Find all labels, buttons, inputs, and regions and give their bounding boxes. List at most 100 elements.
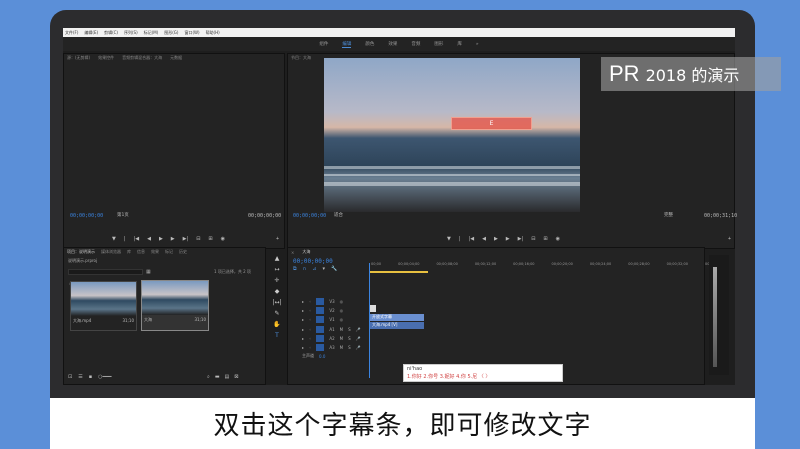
wrench-icon[interactable]: 🔧: [331, 266, 337, 272]
tab-info[interactable]: 信息: [137, 249, 145, 255]
menu-clip[interactable]: 剪辑(C): [104, 30, 118, 36]
source-timecode[interactable]: 00;00;00;00: [70, 213, 103, 219]
goto-in-icon[interactable]: |◀: [134, 236, 140, 242]
trash-icon[interactable]: ⊠: [234, 374, 238, 380]
zoom-slider[interactable]: ○━━━: [98, 374, 111, 380]
ws-libraries[interactable]: 库: [457, 41, 462, 47]
type-tool-icon[interactable]: T: [275, 332, 279, 339]
find-icon[interactable]: ⌕: [207, 374, 210, 380]
prog-mark-in-icon[interactable]: ▼: [447, 236, 451, 242]
tab-history[interactable]: 历史: [179, 249, 187, 255]
menu-marker[interactable]: 标记(M): [144, 30, 159, 36]
ws-assembly[interactable]: 组件: [319, 41, 328, 47]
master-volume[interactable]: 0.0: [319, 354, 325, 359]
prog-step-back-icon[interactable]: ◀: [482, 236, 486, 242]
tab-media-browser[interactable]: 媒体浏览器: [101, 249, 121, 255]
menu-graphics[interactable]: 图形(G): [164, 30, 178, 36]
tab-effect-controls[interactable]: 效果控件: [98, 55, 114, 61]
list-view-icon[interactable]: ☰: [78, 374, 82, 380]
thumb-name: 大海: [144, 317, 152, 322]
tab-audio-mixer[interactable]: 音频剪辑混合器：大海: [122, 55, 162, 61]
tab-metadata[interactable]: 元数据: [170, 55, 182, 61]
tab-source[interactable]: 源：(无剪辑): [67, 55, 90, 61]
ws-audio[interactable]: 音频: [411, 41, 420, 47]
thumb-duration: 31;10: [122, 318, 134, 323]
extract-icon[interactable]: ⊞: [543, 236, 547, 242]
folder-icon[interactable]: ▬: [215, 374, 220, 380]
hand-tool-icon[interactable]: ✋: [273, 321, 280, 328]
snap-icon[interactable]: ∩: [303, 266, 307, 272]
menu-help[interactable]: 帮助(H): [206, 30, 220, 36]
menu-sequence[interactable]: 序列(S): [124, 30, 138, 36]
prog-step-forward-icon[interactable]: ▶: [506, 236, 510, 242]
insert-icon[interactable]: ⊟: [196, 236, 200, 242]
menu-window[interactable]: 窗口(W): [184, 30, 199, 36]
source-add-icon[interactable]: +: [276, 236, 279, 242]
lift-icon[interactable]: ⊟: [531, 236, 535, 242]
track-label: V3: [329, 298, 335, 304]
prog-mark-out-icon[interactable]: |: [459, 236, 461, 242]
tab-project[interactable]: 项目：说明演示: [67, 249, 95, 255]
tab-markers[interactable]: 标记: [165, 249, 173, 255]
linked-icon[interactable]: ⊿: [312, 266, 316, 272]
tab-effects[interactable]: 效果: [151, 249, 159, 255]
tab-timeline[interactable]: 大海: [302, 249, 310, 255]
nest-icon[interactable]: ⧉: [293, 266, 297, 272]
ruler-tick: 00;00;08;00: [436, 262, 458, 266]
project-item-video[interactable]: 大海.mp4 31;10: [70, 281, 137, 331]
track-select-icon[interactable]: ↦: [274, 266, 279, 273]
prog-goto-in-icon[interactable]: |◀: [469, 236, 475, 242]
prog-camera-icon[interactable]: ◉: [556, 236, 560, 242]
program-timecode[interactable]: 00;00;00;00: [293, 213, 326, 219]
project-item-sequence[interactable]: 大海 31;10: [141, 280, 209, 331]
ws-graphics[interactable]: 图形: [434, 41, 443, 47]
lock-icon[interactable]: ⊡: [68, 374, 72, 380]
pen-tool-icon[interactable]: ✎: [274, 310, 279, 317]
ruler-tick: 00;00;16;00: [513, 262, 535, 266]
more-workspaces-icon[interactable]: »: [476, 42, 479, 47]
caption-text: 双击这个字幕条，即可修改文字: [213, 411, 592, 441]
tab-program[interactable]: 节目：大海: [291, 55, 311, 61]
program-transport: ▼ | |◀ ◀ ▶ ▶ ▶| ⊟ ⊞ ◉: [447, 236, 560, 242]
slip-tool-icon[interactable]: |↔|: [272, 299, 281, 306]
camera-icon[interactable]: ◉: [221, 236, 225, 242]
program-quality-select[interactable]: 完整: [664, 212, 673, 218]
ws-effects[interactable]: 效果: [388, 41, 397, 47]
new-item-icon[interactable]: ▤: [225, 374, 230, 380]
mark-out-icon[interactable]: |: [124, 236, 126, 242]
timeline-timecode[interactable]: 00;00;00;00: [293, 258, 333, 265]
project-search-input[interactable]: ⌕: [68, 269, 143, 287]
icon-view-icon[interactable]: ▪: [89, 374, 92, 380]
track-label: A2: [329, 335, 335, 341]
razor-tool-icon[interactable]: ◆: [275, 288, 280, 295]
menu-file[interactable]: 文件(F): [65, 30, 78, 36]
prog-play-icon[interactable]: ▶: [494, 236, 498, 242]
new-bin-icon[interactable]: ▦: [146, 269, 151, 275]
step-forward-icon[interactable]: ▶: [171, 236, 175, 242]
ws-editing[interactable]: 编辑: [342, 41, 352, 48]
subtitle-box[interactable]: E: [451, 117, 532, 130]
close-icon[interactable]: ×: [291, 250, 294, 255]
work-area-bar[interactable]: [370, 271, 428, 273]
program-zoom-select[interactable]: 适合: [334, 212, 343, 218]
thumb-image: [71, 282, 136, 316]
step-back-icon[interactable]: ◀: [147, 236, 151, 242]
selection-tool-icon[interactable]: ▲: [275, 255, 280, 262]
source-page-select[interactable]: 第1页: [117, 212, 129, 218]
tab-libraries[interactable]: 库: [127, 249, 131, 255]
program-add-icon[interactable]: +: [728, 236, 731, 242]
ime-candidates[interactable]: 1.你好 2.你号 3.妮好 4.你 5.尼 〈 〉: [404, 373, 562, 380]
prog-goto-out-icon[interactable]: ▶|: [518, 236, 524, 242]
marker-icon[interactable]: ▾: [322, 266, 325, 272]
ws-color[interactable]: 颜色: [365, 41, 374, 47]
menu-edit[interactable]: 编辑(E): [84, 30, 98, 36]
video-clip[interactable]: 大海.mp4 [V]: [370, 322, 424, 329]
play-icon[interactable]: ▶: [159, 236, 163, 242]
caption-clip[interactable]: 开放式字幕: [370, 314, 424, 321]
ripple-edit-icon[interactable]: ✛: [274, 277, 279, 284]
clip-marker[interactable]: [370, 305, 376, 312]
timeline-ruler[interactable]: 00;00 00;00;04;00 00;00;08;00 00;00;12;0…: [371, 262, 726, 268]
overwrite-icon[interactable]: ⊞: [208, 236, 212, 242]
goto-out-icon[interactable]: ▶|: [183, 236, 189, 242]
mark-in-icon[interactable]: ▼: [112, 236, 116, 242]
